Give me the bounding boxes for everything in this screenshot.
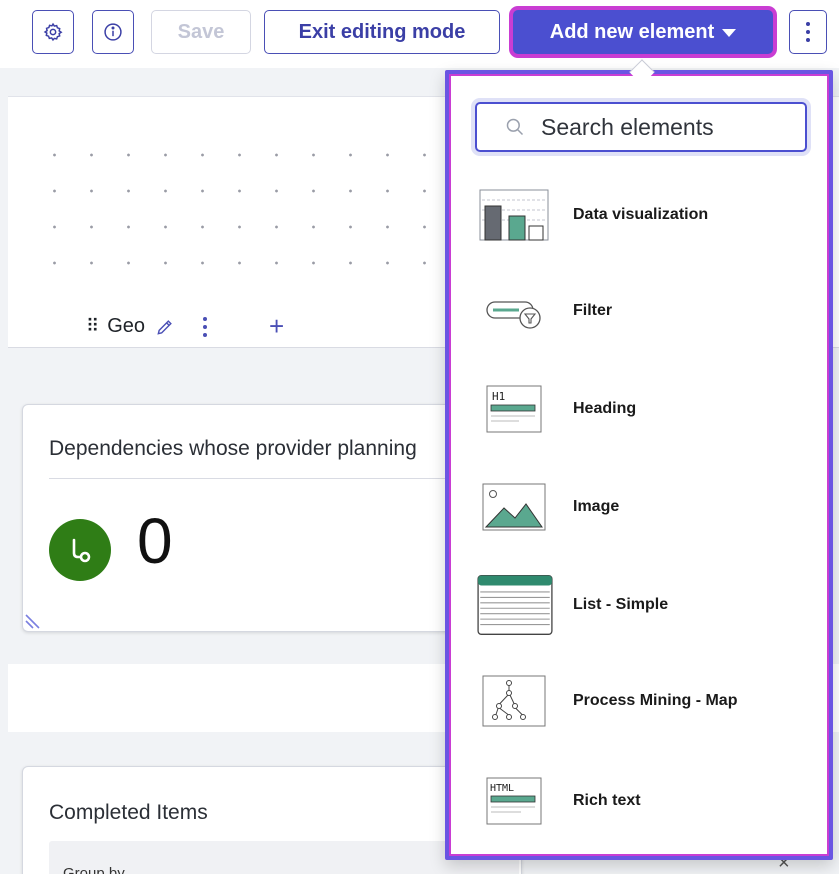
- gear-icon: [43, 22, 63, 42]
- completed-items-title: Completed Items: [49, 801, 208, 824]
- element-option-filter[interactable]: Filter: [449, 266, 829, 356]
- list-icon: [477, 575, 553, 635]
- process-map-icon: [482, 675, 546, 727]
- caret-down-icon: [722, 29, 737, 37]
- element-option-image[interactable]: Image: [449, 462, 829, 552]
- edit-pencil-icon[interactable]: [155, 317, 175, 337]
- filter-icon: [486, 301, 541, 329]
- section-title: Geo: [107, 315, 145, 337]
- element-option-label: Data visualization: [573, 206, 709, 223]
- search-field[interactable]: [475, 102, 807, 152]
- element-option-list-simple[interactable]: List - Simple: [449, 560, 829, 650]
- element-option-label: Image: [573, 498, 620, 515]
- element-option-label: List - Simple: [573, 596, 669, 613]
- add-new-element-button[interactable]: Add new element: [513, 10, 773, 54]
- settings-button[interactable]: [32, 10, 74, 54]
- layout-dot-grid: [36, 137, 456, 277]
- add-element-dropdown: Data visualization Filter H1 Heading: [445, 59, 833, 860]
- app-stage: Save Exit editing mode Add new element ⠿…: [0, 0, 839, 874]
- exit-editing-button[interactable]: Exit editing mode: [264, 10, 500, 54]
- info-icon: [104, 23, 122, 41]
- add-plus-icon[interactable]: +: [269, 311, 284, 342]
- element-option-rich-text[interactable]: HTML Rich text: [449, 756, 829, 846]
- group-by-label: Group by: [63, 865, 125, 874]
- kebab-icon: [806, 22, 810, 42]
- info-button[interactable]: [92, 10, 134, 54]
- element-option-heading[interactable]: H1 Heading: [449, 364, 829, 454]
- data-visualization-icon: [479, 189, 549, 241]
- element-option-label: Filter: [573, 302, 613, 319]
- svg-text:HTML: HTML: [490, 783, 514, 794]
- element-option-process-mining-map[interactable]: Process Mining - Map: [449, 656, 829, 746]
- element-option-data-visualization[interactable]: Data visualization: [449, 170, 829, 260]
- resize-handle-icon[interactable]: [23, 607, 47, 631]
- svg-text:H1: H1: [492, 390, 505, 403]
- add-new-element-label: Add new element: [549, 20, 715, 43]
- search-icon: [506, 118, 524, 136]
- image-icon: [482, 483, 546, 531]
- more-options-button[interactable]: [789, 10, 827, 54]
- section-kebab-icon[interactable]: [203, 316, 207, 337]
- element-option-label: Heading: [573, 400, 637, 417]
- toolbar: Save Exit editing mode Add new element: [0, 0, 839, 68]
- rich-text-icon: HTML: [486, 777, 542, 825]
- search-input[interactable]: [541, 113, 801, 141]
- heading-icon: H1: [486, 385, 542, 433]
- save-button[interactable]: Save: [151, 10, 251, 54]
- section-header: ⠿ Geo +: [86, 311, 284, 342]
- metric-value: 0: [137, 505, 173, 577]
- dependency-icon: [49, 519, 111, 581]
- drag-handle-icon[interactable]: ⠿: [86, 316, 99, 337]
- element-option-label: Process Mining - Map: [573, 692, 738, 709]
- dependencies-card-title: Dependencies whose provider planning: [49, 437, 417, 460]
- element-option-label: Rich text: [573, 792, 641, 809]
